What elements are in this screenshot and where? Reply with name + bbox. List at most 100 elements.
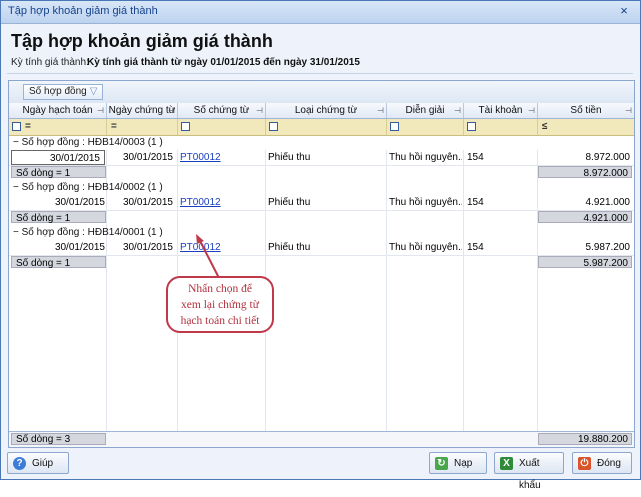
col-header-doc-date[interactable]: Ngày chứng từ ⊣ <box>107 103 178 118</box>
summary-count: Số dòng = 1 <box>11 166 106 179</box>
divider <box>7 73 633 74</box>
group-by-chip[interactable]: Số hợp đồng ▽ <box>23 84 104 100</box>
cell-posting-date: 30/01/2015 <box>54 242 105 253</box>
collapse-icon[interactable]: − <box>13 137 19 148</box>
excel-icon: X <box>500 457 513 470</box>
filter-operator: ≤ <box>542 121 548 132</box>
col-header-label: Ngày chứng từ <box>108 105 176 116</box>
pin-icon[interactable]: ⊣ <box>528 103 535 118</box>
group-row[interactable]: − Số hợp đồng : HĐB14/0002 (1 ) <box>9 181 634 195</box>
cell-doc-type: Phiếu thu <box>268 242 311 253</box>
cell-amount: 5.987.200 <box>585 242 631 253</box>
help-icon: ? <box>13 457 26 470</box>
export-label: Xuất khẩu <box>519 458 541 491</box>
summary-count: Số dòng = 1 <box>11 211 106 224</box>
summary-amount: 8.972.000 <box>538 166 632 179</box>
export-button[interactable]: X Xuất khẩu <box>494 452 564 491</box>
column-header-row: Ngày hạch toán ⊣ Ngày chứng từ ⊣ Số chứng … <box>9 103 634 119</box>
refresh-icon: ↻ <box>435 457 448 470</box>
close-window-icon[interactable]: × <box>616 3 632 19</box>
filter-amount[interactable]: ≤ <box>538 119 634 135</box>
filter-condition-icon[interactable] <box>467 122 476 131</box>
filter-description[interactable] <box>387 119 464 135</box>
filter-posting-date[interactable]: = <box>9 119 107 135</box>
col-header-posting-date[interactable]: Ngày hạch toán ⊣ <box>9 103 107 118</box>
filter-operator: = <box>111 121 117 132</box>
col-header-description[interactable]: Diễn giải ⊣ <box>387 103 464 118</box>
cell-doc-date: 30/01/2015 <box>122 242 173 253</box>
doc-no-link[interactable]: PT00012 <box>180 197 221 208</box>
cell-doc-date: 30/01/2015 <box>122 197 173 208</box>
close-label: Đóng <box>597 458 621 469</box>
pin-icon[interactable]: ⊣ <box>168 103 175 118</box>
main-window: Tập hợp khoản giảm giá thành × Tập hợp k… <box>0 0 641 491</box>
summary-count: Số dòng = 1 <box>11 256 106 269</box>
refresh-label: Nạp <box>454 458 473 469</box>
filter-operator: = <box>25 121 31 132</box>
cell-doc-type: Phiếu thu <box>268 197 311 208</box>
callout-line: Nhấn chọn để <box>188 283 252 295</box>
doc-no-link[interactable]: PT00012 <box>180 242 221 253</box>
table-row[interactable]: 30/01/2015 30/01/2015 PT00012 Phiếu thu … <box>9 150 634 166</box>
col-header-label: Loại chứng từ <box>294 105 358 116</box>
doc-no-link[interactable]: PT00012 <box>180 152 221 163</box>
collapse-icon[interactable]: − <box>13 227 19 238</box>
group-summary-row: Số dòng = 1 8.972.000 <box>9 166 634 179</box>
filter-condition-icon[interactable] <box>181 122 190 131</box>
collapse-icon[interactable]: − <box>13 182 19 193</box>
filter-row: = = ≤ <box>9 119 634 136</box>
button-bar: ? Giúp ↻ Nạp X Xuất khẩu ⏻ Đóng <box>1 449 640 491</box>
pin-icon[interactable]: ⊣ <box>256 103 263 118</box>
table-row[interactable]: 30/01/2015 30/01/2015 PT00012 Phiếu thu … <box>9 240 634 256</box>
filter-icon[interactable]: ▽ <box>90 86 98 97</box>
grid-footer: Số dòng = 3 19.880.200 <box>9 431 634 447</box>
group-summary-row: Số dòng = 1 5.987.200 <box>9 256 634 269</box>
group-row[interactable]: − Số hợp đồng : HĐB14/0001 (1 ) <box>9 226 634 240</box>
filter-doc-no[interactable] <box>178 119 266 135</box>
col-header-amount[interactable]: Số tiền ⊣ <box>538 103 634 118</box>
col-header-doc-type[interactable]: Loại chứng từ ⊣ <box>266 103 387 118</box>
col-header-label: Diễn giải <box>405 105 445 116</box>
total-amount: 19.880.200 <box>538 433 632 445</box>
page-title: Tập hợp khoản giảm giá thành <box>11 31 273 51</box>
group-row[interactable]: − Số hợp đồng : HĐB14/0003 (1 ) <box>9 136 634 150</box>
cell-doc-type: Phiếu thu <box>268 152 311 163</box>
cell-doc-date: 30/01/2015 <box>122 152 173 163</box>
close-button[interactable]: ⏻ Đóng <box>572 452 632 474</box>
pin-icon[interactable]: ⊣ <box>454 103 461 118</box>
window-title: Tập hợp khoản giảm giá thành <box>8 5 158 17</box>
cell-description: Thu hồi nguyên... <box>389 242 462 253</box>
group-by-chip-label: Số hợp đồng <box>29 86 87 97</box>
cell-doc-no: PT00012 <box>180 195 264 210</box>
data-grid: Số hợp đồng ▽ Ngày hạch toán ⊣ Ngày chứng … <box>8 80 635 448</box>
cell-posting-date[interactable]: 30/01/2015 <box>11 150 105 165</box>
pin-icon[interactable]: ⊣ <box>377 103 384 118</box>
refresh-button[interactable]: ↻ Nạp <box>429 452 487 474</box>
pin-icon[interactable]: ⊣ <box>97 103 104 118</box>
group-summary-row: Số dòng = 1 4.921.000 <box>9 211 634 224</box>
hint-callout: Nhấn chọn để xem lại chứng từ hạch toán … <box>166 276 274 333</box>
cell-account: 154 <box>467 152 484 163</box>
filter-doc-type[interactable] <box>266 119 387 135</box>
cell-amount: 8.972.000 <box>585 152 631 163</box>
cell-account: 154 <box>467 197 484 208</box>
col-header-label: Tài khoản <box>478 105 523 116</box>
summary-amount: 5.987.200 <box>538 256 632 269</box>
col-header-account[interactable]: Tài khoản ⊣ <box>464 103 538 118</box>
filter-doc-date[interactable]: = <box>107 119 178 135</box>
table-row[interactable]: 30/01/2015 30/01/2015 PT00012 Phiếu thu … <box>9 195 634 211</box>
filter-account[interactable] <box>464 119 538 135</box>
total-count: Số dòng = 3 <box>11 433 106 445</box>
help-button[interactable]: ? Giúp <box>7 452 69 474</box>
col-header-label: Số chứng từ <box>193 105 250 116</box>
group-caption-text: Số hợp đồng : HĐB14/0003 (1 ) <box>21 137 163 148</box>
filter-condition-icon[interactable] <box>390 122 399 131</box>
col-header-doc-no[interactable]: Số chứng từ ⊣ <box>178 103 266 118</box>
cell-description: Thu hồi nguyên... <box>389 152 462 163</box>
pin-icon[interactable]: ⊣ <box>625 103 632 118</box>
cell-description: Thu hồi nguyên... <box>389 197 462 208</box>
filter-edit-icon[interactable] <box>12 122 21 131</box>
cell-amount: 4.921.000 <box>585 197 631 208</box>
filter-condition-icon[interactable] <box>269 122 278 131</box>
group-by-panel: Số hợp đồng ▽ <box>9 81 634 104</box>
